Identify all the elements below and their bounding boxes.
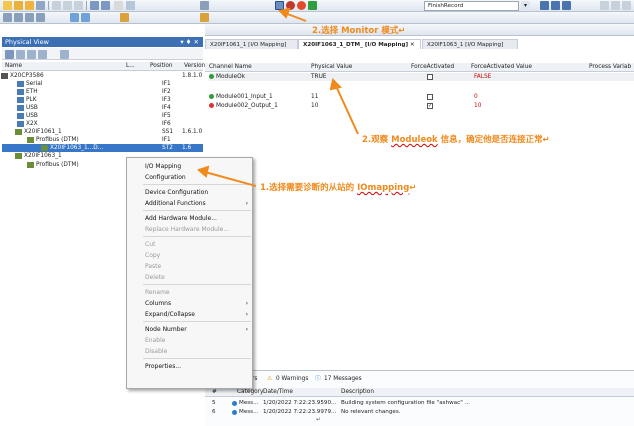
annotation-iomapping-tail: ↵ <box>409 183 417 193</box>
annotation-arrows <box>197 7 359 187</box>
annotation-monitor: 2.选择 Monitor 模式↵ <box>312 26 406 36</box>
annotation-moduleok-keyword: Moduleok <box>391 135 438 145</box>
arrow-moduleok <box>335 85 359 135</box>
annotation-moduleok: 2.观察 Moduleok 信息，确定他是否连接正常↵ <box>362 133 550 145</box>
arrow-iomapping <box>204 171 257 187</box>
arrow-monitor-head <box>278 7 291 19</box>
annotation-iomapping: 1.选择需要诊断的从站的 IOmapping↵ <box>260 181 416 193</box>
annotation-moduleok-text: 2.观察 <box>362 135 392 145</box>
arrow-iomapping-head <box>197 165 210 178</box>
annotation-iomapping-keyword: IOmapping <box>357 183 410 193</box>
annotation-moduleok-tail: 信息，确定他是否连接正常↵ <box>437 135 550 145</box>
annotation-iomapping-text: 1.选择需要诊断的从站的 <box>260 183 358 193</box>
arrow-moduleok-head <box>329 78 342 91</box>
arrow-monitor <box>284 12 307 22</box>
paragraph-mark: ↵ <box>316 416 322 423</box>
